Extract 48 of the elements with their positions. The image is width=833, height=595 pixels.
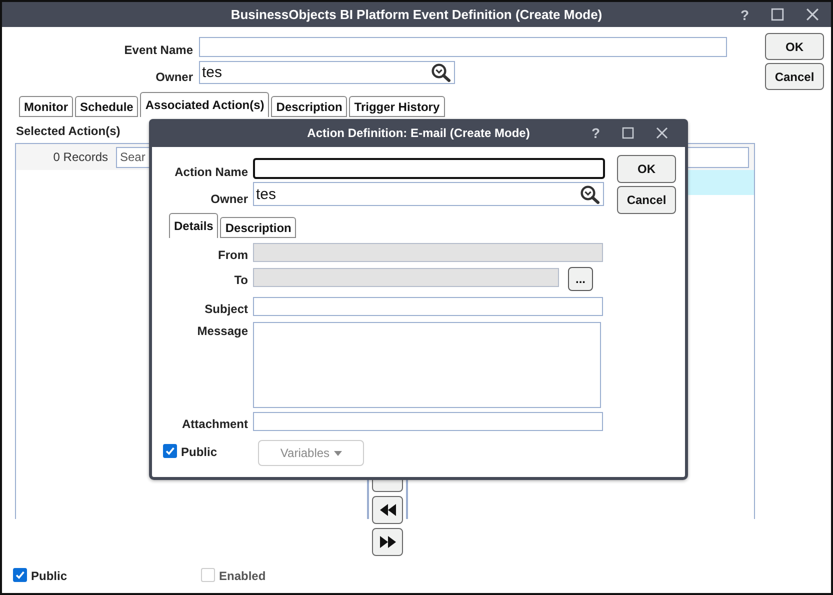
help-button[interactable]: ?	[740, 6, 749, 22]
input-field[interactable]	[253, 297, 603, 316]
ok-button[interactable]: OK	[765, 33, 824, 60]
field-label: Attachment	[180, 417, 248, 431]
close-icon[interactable]	[806, 8, 819, 21]
tab[interactable]: Monitor	[19, 96, 73, 117]
move-all-right-button[interactable]	[372, 528, 403, 556]
help-button[interactable]: ?	[591, 125, 600, 141]
window-title: BusinessObjects BI Platform Event Definition (Create Mode)	[230, 7, 602, 22]
ok-button[interactable]: OK	[617, 155, 676, 183]
fast-forward-icon	[380, 536, 396, 548]
field-label: From	[217, 248, 248, 262]
input-field[interactable]	[253, 412, 603, 431]
field-label: Owner	[154, 70, 193, 84]
checkbox-label: Public	[181, 445, 218, 459]
section-label: Selected Action(s)	[16, 124, 120, 138]
dialog-title: Action Definition: E-mail (Create Mode)	[307, 126, 530, 140]
record-count: 0 Records	[52, 150, 108, 164]
checkbox[interactable]	[163, 444, 177, 458]
tab[interactable]: Associated Action(s)	[140, 92, 270, 117]
checkbox[interactable]	[13, 568, 27, 582]
move-all-left-button[interactable]	[372, 496, 403, 524]
caret-icon	[334, 450, 342, 456]
checkbox-label: Public	[31, 569, 68, 583]
field-label: To	[233, 273, 248, 287]
field-label: Owner	[210, 192, 248, 206]
maximize-icon[interactable]	[622, 127, 634, 139]
rewind-icon	[380, 504, 396, 516]
tab[interactable]: Details	[169, 213, 218, 238]
owner-field[interactable]: tes	[253, 182, 604, 206]
checkbox-label: Enabled	[219, 569, 266, 583]
tab[interactable]: Schedule	[75, 96, 138, 117]
field-label: Event Name	[123, 43, 193, 57]
tab[interactable]: Description	[271, 96, 348, 117]
field-label: Message	[196, 323, 248, 338]
maximize-icon[interactable]	[771, 8, 784, 21]
cancel-button[interactable]: Cancel	[617, 186, 676, 214]
close-icon[interactable]	[656, 127, 668, 139]
field-label: Action Name	[174, 165, 248, 179]
input-field[interactable]	[199, 37, 727, 57]
search-icon[interactable]	[431, 63, 451, 82]
cancel-button[interactable]: Cancel	[765, 63, 824, 90]
search-icon[interactable]	[580, 184, 600, 204]
input-field[interactable]	[253, 158, 605, 179]
tab[interactable]: Description	[220, 217, 296, 238]
tab[interactable]: Trigger History	[349, 96, 445, 117]
field-label: Subject	[204, 302, 248, 316]
owner-field[interactable]: tes	[199, 61, 455, 84]
